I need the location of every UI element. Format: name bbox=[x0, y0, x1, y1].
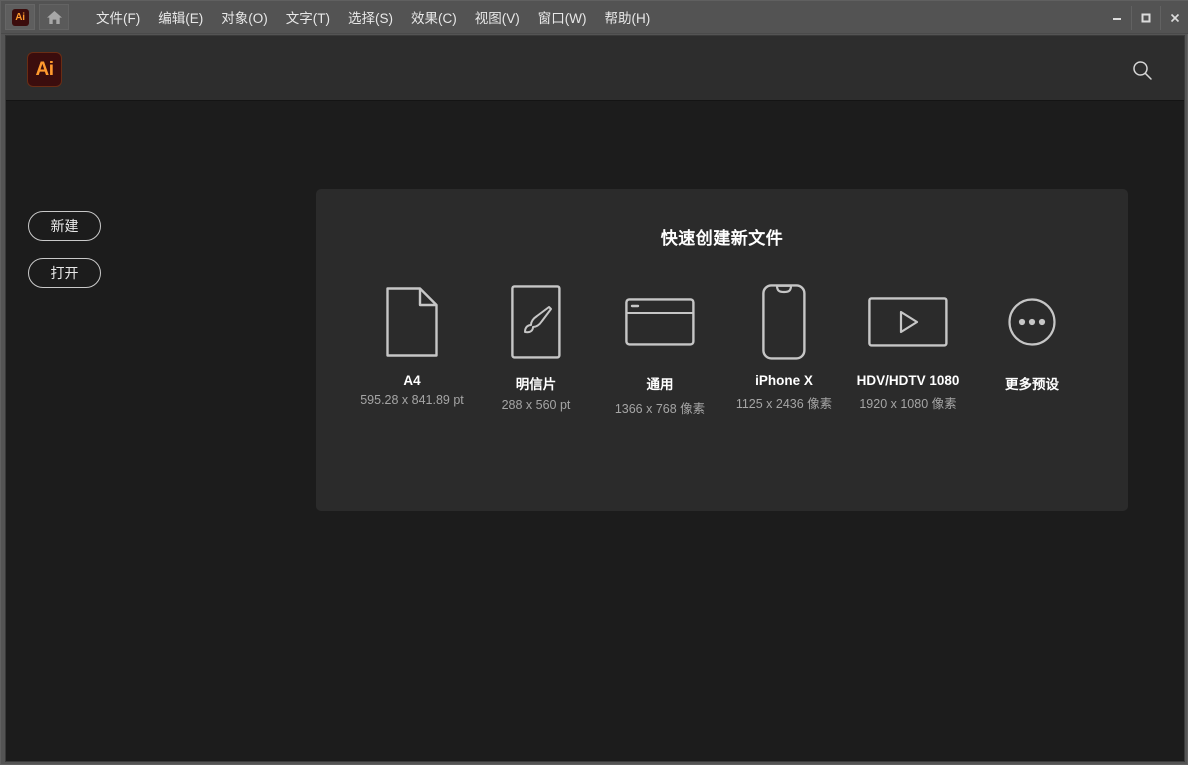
open-document-button[interactable]: 打开 bbox=[28, 258, 101, 288]
preset-item-a4[interactable]: A4 595.28 x 841.89 pt bbox=[350, 281, 474, 407]
illustrator-logo-icon: Ai bbox=[27, 52, 62, 87]
preset-item-hdtv[interactable]: HDV/HDTV 1080 1920 x 1080 像素 bbox=[846, 281, 970, 412]
menu-items-container: 文件(F) 编辑(E) 对象(O) 文字(T) 选择(S) 效果(C) 视图(V… bbox=[87, 1, 659, 33]
menu-item-object[interactable]: 对象(O) bbox=[212, 3, 277, 31]
menu-item-edit[interactable]: 编辑(E) bbox=[149, 3, 212, 31]
start-screen-header: Ai bbox=[6, 36, 1184, 101]
menu-item-effect[interactable]: 效果(C) bbox=[402, 3, 466, 31]
preset-label: A4 bbox=[403, 373, 421, 388]
menu-item-view[interactable]: 视图(V) bbox=[466, 3, 529, 31]
title-menu-bar: Ai 文件(F) 编辑(E) 对象(O) 文字(T) 选择(S) 效果(C) 视… bbox=[1, 1, 1188, 34]
close-button[interactable] bbox=[1160, 5, 1188, 30]
new-document-button[interactable]: 新建 bbox=[28, 211, 101, 241]
menu-item-help[interactable]: 帮助(H) bbox=[595, 3, 659, 31]
home-icon bbox=[46, 10, 62, 24]
minimize-button[interactable] bbox=[1102, 6, 1131, 30]
preset-size: 1125 x 2436 像素 bbox=[735, 397, 833, 411]
preset-size: 1920 x 1080 像素 bbox=[859, 397, 957, 411]
close-icon bbox=[1170, 13, 1180, 22]
maximize-icon bbox=[1141, 13, 1151, 22]
search-icon bbox=[1133, 61, 1152, 80]
preset-item-postcard[interactable]: 明信片 288 x 560 pt bbox=[474, 281, 598, 412]
browser-window-icon bbox=[625, 298, 695, 346]
menu-item-type[interactable]: 文字(T) bbox=[277, 3, 339, 31]
phone-notch-icon bbox=[762, 284, 806, 360]
preset-icon-wrapper bbox=[511, 281, 561, 363]
preset-item-web[interactable]: 通用 1366 x 768 像素 bbox=[598, 281, 722, 417]
illustrator-badge-icon: Ai bbox=[11, 8, 29, 26]
maximize-button[interactable] bbox=[1131, 5, 1160, 30]
window-controls bbox=[1102, 1, 1188, 34]
preset-list: A4 595.28 x 841.89 pt 明信片 288 x 560 pt 通… bbox=[316, 281, 1128, 417]
paintbrush-icon bbox=[511, 285, 561, 359]
menu-item-file[interactable]: 文件(F) bbox=[87, 3, 149, 31]
preset-icon-wrapper bbox=[625, 281, 695, 363]
menu-item-window[interactable]: 窗口(W) bbox=[529, 3, 596, 31]
preset-item-more-presets[interactable]: 更多预设 bbox=[970, 281, 1094, 393]
preset-label: 明信片 bbox=[515, 377, 557, 392]
preset-size: 288 x 560 pt bbox=[501, 398, 571, 412]
preset-size: 1366 x 768 像素 bbox=[614, 402, 706, 416]
preset-size: 595.28 x 841.89 pt bbox=[360, 393, 464, 407]
video-play-icon bbox=[868, 297, 948, 347]
preset-icon-wrapper bbox=[1008, 281, 1056, 363]
app-icon-button[interactable]: Ai bbox=[5, 4, 35, 30]
preset-item-iphone-x[interactable]: iPhone X 1125 x 2436 像素 bbox=[722, 281, 846, 412]
preset-icon-wrapper bbox=[386, 281, 438, 363]
panel-title: 快速创建新文件 bbox=[660, 229, 784, 248]
sidebar: 新建 打开 bbox=[28, 211, 228, 305]
document-page-icon bbox=[386, 287, 438, 357]
application-window: Ai 文件(F) 编辑(E) 对象(O) 文字(T) 选择(S) 效果(C) 视… bbox=[0, 0, 1188, 765]
home-button[interactable] bbox=[39, 4, 69, 30]
preset-label: iPhone X bbox=[755, 373, 813, 388]
app-content-area: Ai 新建 打开 快速创建新文件 A4 595.28 x 841.89 pt 明… bbox=[5, 35, 1185, 762]
preset-label: HDV/HDTV 1080 bbox=[856, 373, 960, 388]
preset-label: 通用 bbox=[646, 377, 674, 392]
quick-create-panel: 快速创建新文件 A4 595.28 x 841.89 pt 明信片 288 x … bbox=[316, 189, 1128, 511]
preset-label: 更多预设 bbox=[1005, 377, 1059, 392]
menu-item-select[interactable]: 选择(S) bbox=[339, 3, 402, 31]
preset-icon-wrapper bbox=[762, 281, 806, 363]
preset-icon-wrapper bbox=[868, 281, 948, 363]
minimize-icon bbox=[1112, 17, 1121, 20]
ellipsis-circle-icon bbox=[1008, 298, 1056, 346]
search-button[interactable] bbox=[1124, 52, 1160, 88]
